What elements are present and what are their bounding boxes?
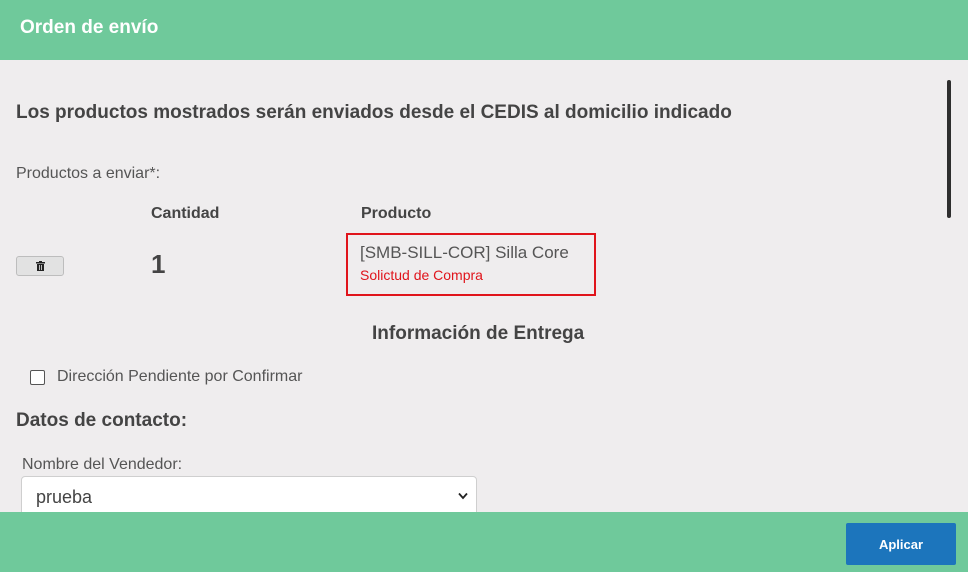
scrollbar-thumb[interactable] — [947, 80, 951, 218]
pending-address-label[interactable]: Dirección Pendiente por Confirmar — [57, 368, 302, 386]
product-quantity: 1 — [151, 249, 166, 279]
intro-text: Los productos mostrados serán enviados d… — [16, 102, 732, 123]
column-header-producto: Producto — [361, 205, 432, 222]
column-header-cantidad: Cantidad — [151, 205, 220, 222]
seller-select-value: prueba — [36, 487, 93, 507]
modal-title: Orden de envío — [20, 17, 159, 38]
modal-footer: Aplicar — [0, 512, 968, 572]
products-label: Productos a enviar*: — [16, 165, 161, 182]
apply-button[interactable]: Aplicar — [846, 523, 956, 565]
delete-product-button[interactable] — [16, 256, 64, 276]
contact-section-title: Datos de contacto: — [16, 410, 188, 431]
product-cell: [SMB-SILL-COR] Silla Core Solictud de Co… — [346, 233, 596, 296]
scrollbar[interactable] — [944, 80, 954, 512]
delivery-section-title: Información de Entrega — [372, 323, 585, 344]
pending-address-checkbox[interactable] — [30, 369, 45, 385]
product-note: Solictud de Compra — [360, 267, 483, 283]
modal-header: Orden de envío — [0, 0, 968, 60]
pending-address-option[interactable]: Dirección Pendiente por Confirmar — [30, 368, 302, 386]
trash-icon — [35, 261, 45, 271]
seller-select[interactable]: prueba — [21, 476, 477, 512]
modal-body: Los productos mostrados serán enviados d… — [0, 60, 968, 512]
seller-label: Nombre del Vendedor: — [22, 456, 183, 473]
product-name: [SMB-SILL-COR] Silla Core — [360, 243, 569, 262]
chevron-down-icon — [458, 492, 468, 500]
